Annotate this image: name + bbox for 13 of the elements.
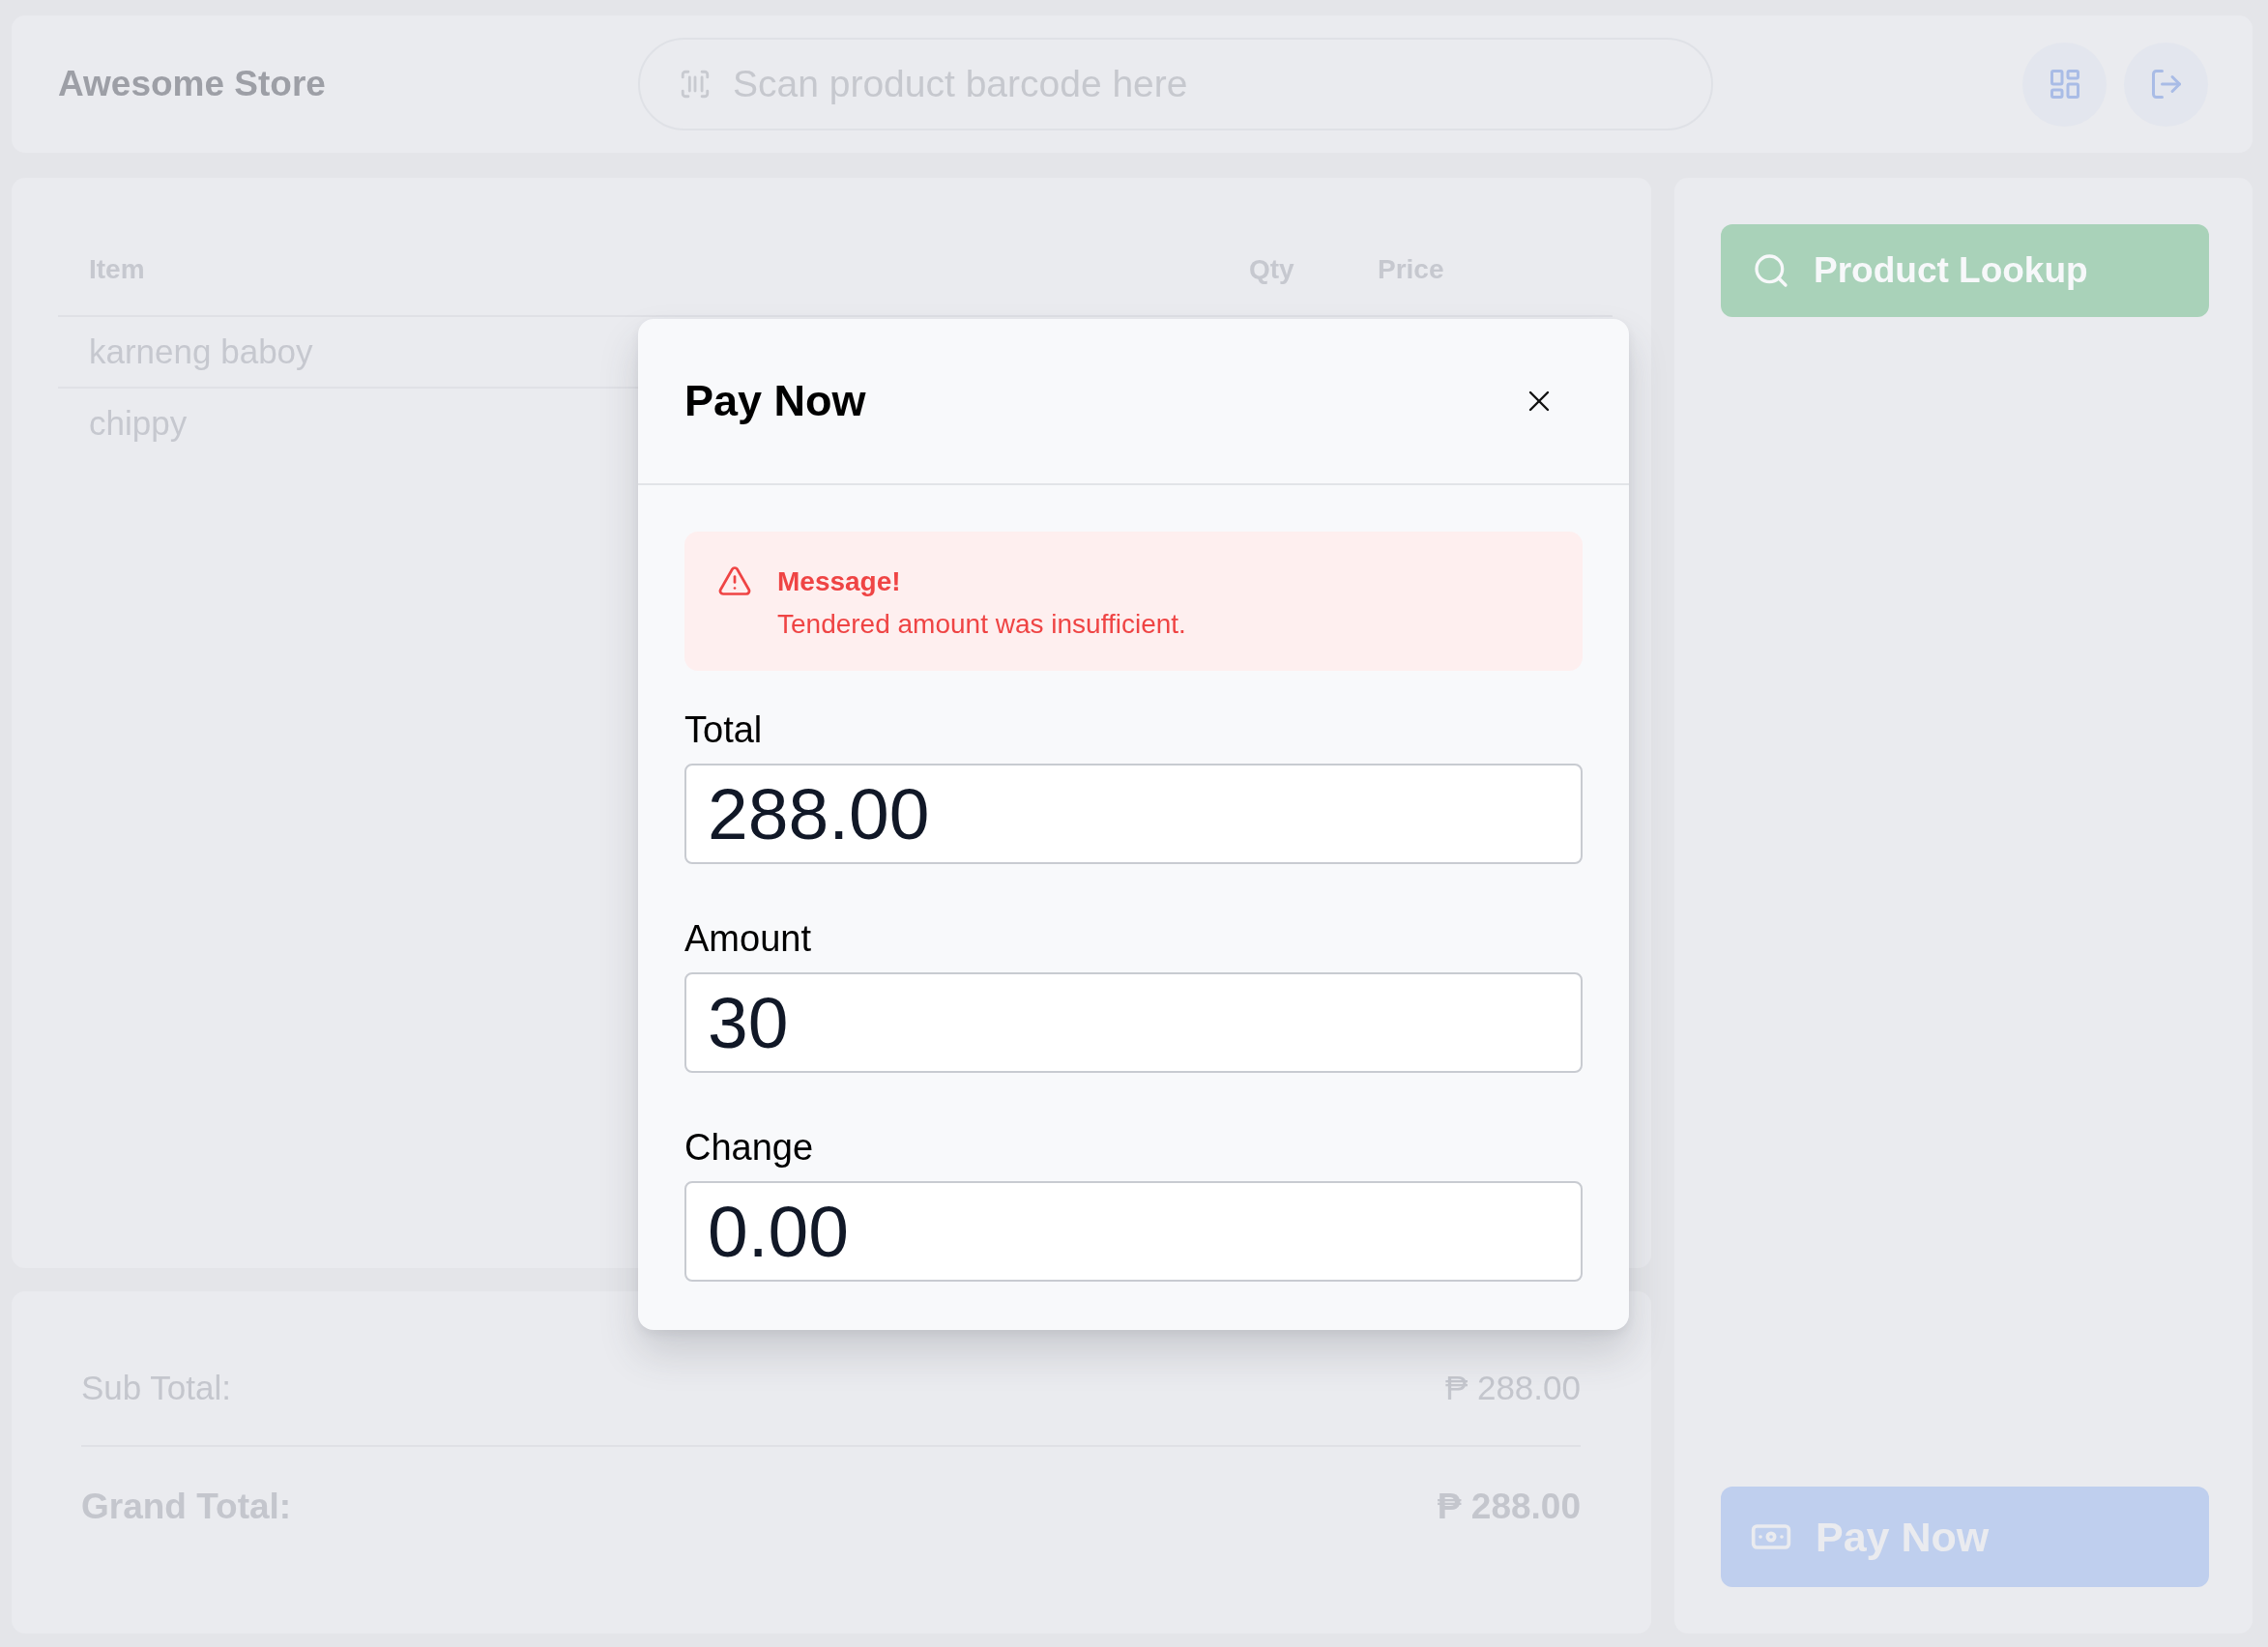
- alert-message: Tendered amount was insufficient.: [777, 608, 1186, 641]
- dialog-title: Pay Now: [684, 376, 866, 426]
- search-icon: [1752, 251, 1790, 290]
- total-field[interactable]: 288.00: [684, 764, 1583, 864]
- warning-icon: [717, 563, 752, 598]
- field-label: Amount: [684, 917, 811, 960]
- barcode-scan-icon: [679, 68, 712, 101]
- field-label: Change: [684, 1126, 814, 1169]
- store-name: Awesome Store: [58, 64, 326, 104]
- amount-field[interactable]: 30: [684, 972, 1583, 1073]
- alert-title: Message!: [777, 565, 901, 598]
- change-field[interactable]: 0.00: [684, 1181, 1583, 1282]
- field-label: Total: [684, 708, 763, 751]
